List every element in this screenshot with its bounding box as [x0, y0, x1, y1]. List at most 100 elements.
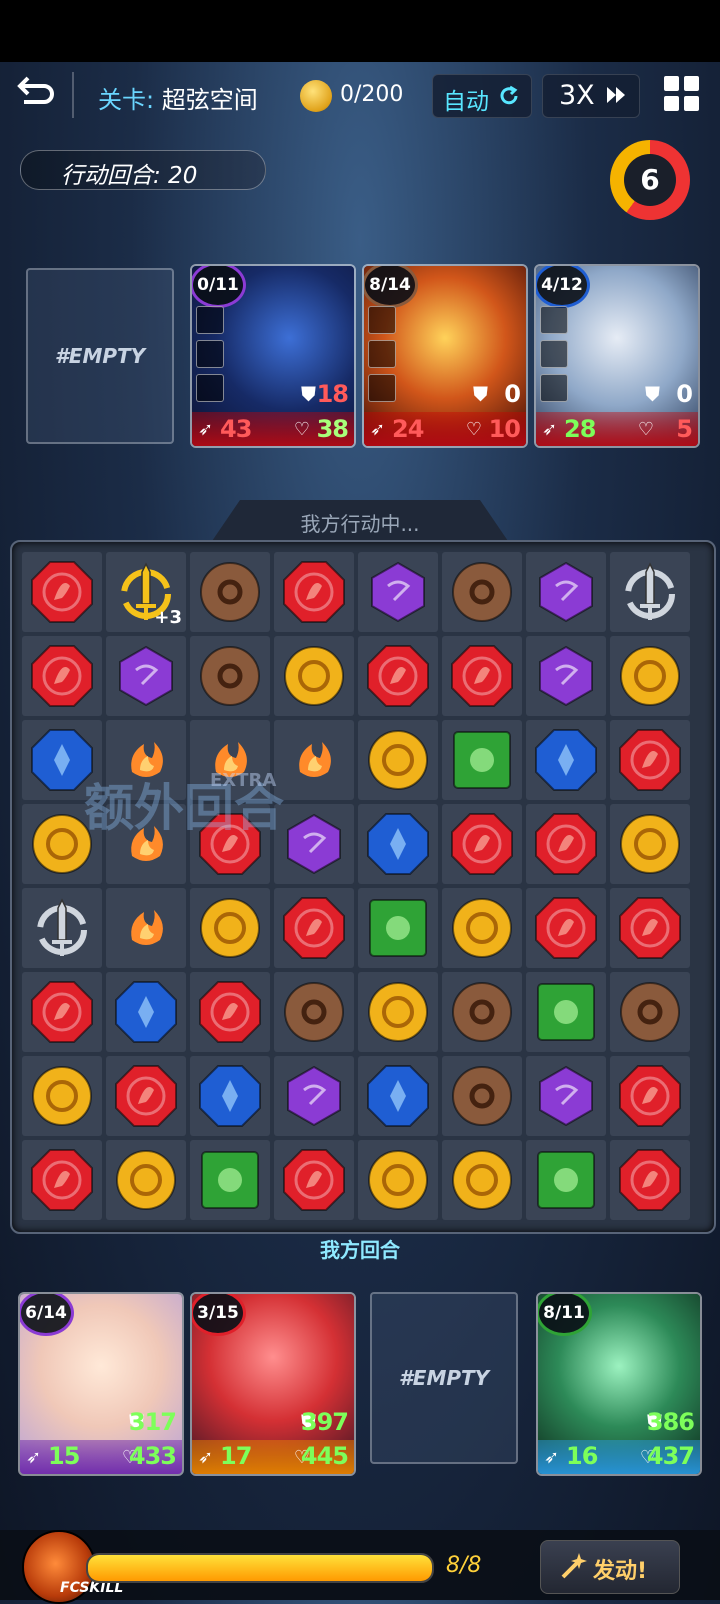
board-cell[interactable]	[442, 636, 522, 716]
board-cell[interactable]	[274, 552, 354, 632]
board-cell[interactable]	[190, 1140, 270, 1220]
refresh-icon	[500, 85, 518, 105]
stage-info: 关卡: 超弦空间	[98, 80, 258, 115]
ally-card-3[interactable]: 8/11 ⛊ 386 ➶ 16 ♡ 437	[536, 1292, 702, 1476]
board-cell[interactable]: +3	[106, 552, 186, 632]
board-cell[interactable]	[610, 552, 690, 632]
action-turns-label: 行动回合: 20	[61, 163, 198, 189]
back-button[interactable]	[14, 74, 58, 118]
cooldown-badge: 0/11	[192, 266, 246, 308]
board-cell[interactable]	[442, 888, 522, 968]
gold-gem	[452, 898, 512, 958]
board-cell[interactable]	[22, 972, 102, 1052]
board-cell[interactable]	[358, 888, 438, 968]
board-cell[interactable]	[442, 804, 522, 884]
board-cell[interactable]	[190, 888, 270, 968]
board-cell[interactable]	[526, 888, 606, 968]
top-bar: 关卡: 超弦空间 0/200 自动 3X	[0, 62, 720, 130]
red-gem	[31, 1149, 93, 1211]
heart-icon: ♡	[293, 419, 310, 440]
board-cell[interactable]	[274, 720, 354, 800]
brown-gem	[452, 982, 512, 1042]
board-cell[interactable]	[358, 636, 438, 716]
ally-card-1[interactable]: 6/14 ⛊ 317 ➶ 15 ♡ 433	[18, 1292, 184, 1476]
grid-icon	[664, 76, 679, 91]
board-cell[interactable]	[358, 552, 438, 632]
board-cell[interactable]	[106, 1056, 186, 1136]
board-cell[interactable]	[106, 888, 186, 968]
speed-button[interactable]: 3X	[542, 74, 640, 118]
board-cell[interactable]	[274, 888, 354, 968]
attack-icon: ➶	[370, 419, 386, 440]
board-cell[interactable]	[106, 636, 186, 716]
board-cell[interactable]	[358, 720, 438, 800]
board-cell[interactable]	[358, 1140, 438, 1220]
board-cell[interactable]	[442, 552, 522, 632]
enemy-card-3[interactable]: 4/12 ⛊ 0 ➶ 28 ♡ 5	[534, 264, 700, 448]
enemy-card-1[interactable]: 0/11 ⛊ 18 ➶ 43 ♡ 38	[190, 264, 356, 448]
board-cell[interactable]	[274, 1056, 354, 1136]
board-cell[interactable]	[526, 972, 606, 1052]
board-cell[interactable]	[106, 972, 186, 1052]
board-cell[interactable]	[22, 552, 102, 632]
cooldown-badge: 8/14	[364, 266, 418, 308]
board-cell[interactable]	[610, 1056, 690, 1136]
skill-icon	[196, 306, 224, 334]
board-cell[interactable]	[22, 1056, 102, 1136]
activate-button[interactable]: 发动!	[540, 1540, 680, 1594]
silver-sword-icon	[625, 562, 675, 620]
enemy-card-2[interactable]: 8/14 ⛊ 0 ➶ 24 ♡ 10	[362, 264, 528, 448]
empty-slot-label: #EMPTY	[54, 344, 146, 368]
board-cell[interactable]	[610, 972, 690, 1052]
board-cell[interactable]	[526, 1056, 606, 1136]
hp-value: 445	[300, 1442, 349, 1470]
board-cell[interactable]	[610, 720, 690, 800]
board-cell[interactable]	[442, 972, 522, 1052]
green-gem	[453, 731, 511, 789]
board-cell[interactable]	[190, 1056, 270, 1136]
ally-card-2[interactable]: 3/15 ⛊ 397 ➶ 17 ♡ 445	[190, 1292, 356, 1476]
grid-menu-button[interactable]	[664, 76, 700, 112]
board-cell[interactable]	[526, 552, 606, 632]
energy-count: 8/8	[446, 1553, 482, 1578]
board-cell[interactable]	[190, 972, 270, 1052]
board-cell[interactable]	[442, 1140, 522, 1220]
defense-value: 0	[676, 380, 693, 408]
board-cell[interactable]	[358, 804, 438, 884]
red-gem	[451, 645, 513, 707]
board-cell[interactable]	[274, 636, 354, 716]
board-cell[interactable]	[526, 804, 606, 884]
board-cell[interactable]	[526, 636, 606, 716]
board-cell[interactable]	[358, 972, 438, 1052]
purple-gem	[371, 561, 425, 623]
board-cell[interactable]	[22, 1140, 102, 1220]
board-cell[interactable]	[442, 720, 522, 800]
board-cell[interactable]	[190, 636, 270, 716]
board-cell[interactable]	[22, 888, 102, 968]
board-cell[interactable]	[526, 1140, 606, 1220]
turn-counter-dial[interactable]: 6	[610, 140, 690, 220]
board-cell[interactable]	[274, 972, 354, 1052]
cooldown-badge: 3/15	[192, 1294, 246, 1336]
board-cell[interactable]	[274, 804, 354, 884]
attack-value: 16	[566, 1442, 598, 1470]
board-cell[interactable]	[274, 1140, 354, 1220]
board-cell[interactable]	[22, 636, 102, 716]
shield-icon: ⛊	[645, 382, 660, 406]
board-cell[interactable]	[610, 636, 690, 716]
ally-empty-slot[interactable]: #EMPTY	[370, 1292, 518, 1464]
red-gem	[283, 897, 345, 959]
red-gem	[619, 1065, 681, 1127]
brown-gem	[284, 982, 344, 1042]
board-cell[interactable]	[190, 552, 270, 632]
auto-button[interactable]: 自动	[432, 74, 532, 118]
enemy-empty-slot: #EMPTY	[26, 268, 174, 444]
board-cell[interactable]	[442, 1056, 522, 1136]
board-cell[interactable]	[610, 1140, 690, 1220]
board-cell[interactable]	[526, 720, 606, 800]
board-cell[interactable]	[106, 1140, 186, 1220]
board-cell[interactable]	[610, 888, 690, 968]
board-cell[interactable]	[358, 1056, 438, 1136]
extra-turn-sub: EXTRA	[210, 770, 277, 791]
board-cell[interactable]	[610, 804, 690, 884]
